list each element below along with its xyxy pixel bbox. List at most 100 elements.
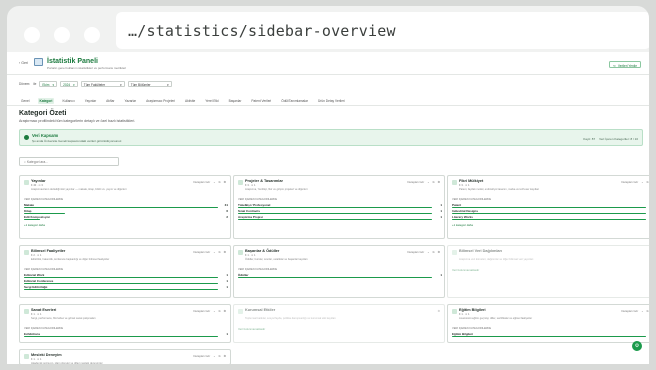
detail-button[interactable]: Detayları Gör [194, 309, 211, 313]
detail-button[interactable]: Detayları Gör [622, 180, 639, 184]
help-fab-button[interactable]: ⚙ [632, 341, 642, 351]
more-categories-link[interactable]: +1 kategori daha [24, 223, 45, 227]
address-bar[interactable]: …/statistics/sidebar-overview [116, 12, 649, 49]
settings-icon[interactable]: ⚙ [223, 180, 226, 184]
category-card[interactable]: Eğitim Bilgileri Σ 1 · ⊙ 1 Lisansüstü eğit… [447, 304, 649, 343]
row-value: 1 [440, 209, 442, 213]
detail-button[interactable]: Detayları Gör [194, 250, 211, 254]
category-icon [238, 250, 243, 255]
row-progress-bar [24, 219, 41, 221]
more-categories-link[interactable]: +1 kategori daha [452, 223, 473, 227]
category-card[interactable]: Sanat Eserleri Σ 1 · ⊙ 1 Sergi, performans… [19, 304, 231, 343]
coverage-records: Kayıt: 87 [583, 137, 596, 141]
card-description: Araştırmacıların derlediği ikâr yayınlar… [31, 188, 127, 191]
category-card[interactable]: Başarılar & Ödüller Σ 1 · ⊙ 1 Ödüller, bur… [233, 245, 445, 298]
card-title: Başarılar & Ödüller [245, 249, 280, 253]
filter-bar: Dönem: ile Ekim ▾ 2024 ▾ Tüm Fakülteler ▾ T… [19, 81, 172, 87]
category-card[interactable]: Yayınlar Σ 40 · ⊙ 3 Araştırmacıların derle… [19, 175, 231, 239]
card-title: Bilimsel Veri Dağılımları [459, 249, 503, 253]
row-progress-bar [24, 336, 218, 338]
tab-item[interactable]: Kullanıcı [60, 98, 76, 104]
detail-button[interactable]: Detayları Gör [408, 180, 425, 184]
tab-item[interactable]: Kategori [37, 98, 55, 104]
chevron-down-icon[interactable]: ⌄ [213, 309, 215, 313]
tab-item[interactable]: Araştırmacı Projeleri [144, 98, 177, 104]
settings-icon[interactable]: ⚙ [437, 180, 440, 184]
tab-item[interactable]: Atıflar [104, 98, 116, 104]
tab-item[interactable]: Başarılar [227, 98, 244, 104]
faculty-select[interactable]: Tüm Fakülteler ▾ [80, 81, 125, 87]
category-icon [238, 180, 243, 185]
card-actions: Detayları Gör⌄⧉⚙ [194, 250, 227, 254]
row-value: 1 [226, 273, 228, 277]
copy-icon[interactable]: ⧉ [218, 309, 220, 313]
unit-value: Tüm Bölümler [130, 82, 151, 87]
row-value: 1 [226, 285, 228, 289]
category-card[interactable]: Kurumsal Etkiler Toplumsal katkılar, sosy… [233, 304, 445, 343]
tab-item[interactable]: Genel [19, 98, 32, 104]
category-card[interactable]: Bilimsel Veri Dağılımları Araştırma veri … [447, 245, 649, 298]
row-progress-bar [24, 283, 218, 285]
copy-icon[interactable]: ⧉ [218, 354, 220, 358]
category-card[interactable]: Projeler & Tasarımlar Σ 3 · ⊙ 1 Araştırma,… [233, 175, 445, 239]
copy-icon[interactable]: ⧉ [646, 180, 648, 184]
copy-icon[interactable]: ⧉ [432, 180, 434, 184]
unit-select[interactable]: Tüm Bölümler ▾ [127, 81, 172, 87]
year-select[interactable]: 2024 ▾ [60, 81, 78, 87]
copy-icon[interactable]: ⧉ [218, 180, 220, 184]
detail-button[interactable]: Detayları Gör [622, 309, 639, 313]
minimize-window-dot[interactable] [54, 27, 70, 43]
detail-button[interactable]: Detayları Gör [194, 180, 211, 184]
tab-item[interactable]: Aktivite [183, 98, 197, 104]
chevron-down-icon[interactable]: ⌄ [427, 180, 429, 184]
close-window-dot[interactable] [24, 27, 40, 43]
tab-item[interactable]: Ürün Detay Verileri [316, 98, 347, 104]
settings-icon[interactable]: ⚙ [223, 250, 226, 254]
category-card[interactable]: Mesleki Deneyim Σ 1 · ⊙ 1 Akademik pozisyo… [19, 349, 231, 364]
chevron-down-icon[interactable]: ⌄ [427, 250, 429, 254]
chevron-down-icon[interactable]: ⌄ [213, 354, 215, 358]
row-value: 1 [226, 332, 228, 336]
tab-item[interactable]: Patent Verileri [249, 98, 273, 104]
refresh-button[interactable]: ↻ Verileri Yenile [609, 61, 641, 68]
distribution-label: Veri içeren kategorilerde [452, 198, 492, 201]
card-actions: Detayları Gör⌄⧉⚙ [622, 180, 650, 184]
settings-icon[interactable]: ⚙ [437, 250, 440, 254]
card-description: Patent, faydalı model, endüstriyel tasar… [459, 188, 540, 191]
card-meta: Σ 1 · ⊙ 1 [245, 254, 256, 257]
category-card[interactable]: Fikri Mülkiyet Σ 3 · ⊙ 1 Patent, faydalı m… [447, 175, 649, 239]
tab-item[interactable]: Yayınlar [83, 98, 98, 104]
card-actions: Detayları Gör⌄⧉⚙ [622, 309, 650, 313]
chevron-down-icon[interactable]: ⌄ [641, 309, 643, 313]
category-icon [452, 309, 457, 314]
category-row: Patent1 [452, 203, 649, 209]
detail-button[interactable]: Detayları Gör [194, 354, 211, 358]
card-title: Yayınlar [31, 179, 46, 183]
row-progress-bar [452, 336, 646, 338]
copy-icon[interactable]: ⧉ [218, 250, 220, 254]
category-card[interactable]: Bilimsel Faaliyetler Σ 2 · ⊙ 1 Editörlük, … [19, 245, 231, 298]
copy-icon[interactable]: ⧉ [432, 250, 434, 254]
category-search-input[interactable]: ⌕ Kategori ara... [19, 157, 119, 166]
settings-icon[interactable]: ⚙ [223, 309, 226, 313]
settings-icon[interactable]: ⚙ [223, 354, 226, 358]
tab-item[interactable]: Yerel Etki [203, 98, 220, 104]
month-select[interactable]: Ekim ▾ [39, 81, 58, 87]
maximize-window-dot[interactable] [84, 27, 100, 43]
tab-item[interactable]: Yazarlar [122, 98, 138, 104]
chevron-down-icon[interactable]: ⌄ [641, 180, 643, 184]
row-progress-bar [24, 213, 65, 215]
row-progress-bar [238, 219, 432, 221]
copy-icon[interactable]: ⧉ [646, 309, 648, 313]
category-icon [24, 250, 29, 255]
detail-button[interactable]: Detayları Gör [408, 250, 425, 254]
period-label: Dönem: [19, 82, 31, 86]
page-header: ‹ Geri İstatistik Paneli Portalın genel k… [7, 52, 649, 75]
back-button[interactable]: ‹ Geri [19, 61, 28, 65]
tab-item[interactable]: Ödül/Tanımlamalar [279, 98, 310, 104]
chevron-down-icon[interactable]: ⌄ [213, 250, 215, 254]
card-description: Lisansüstü eğitim geçmişi, diller, serti… [459, 317, 533, 320]
settings-icon[interactable]: ⚙ [437, 309, 440, 313]
card-meta: Σ 2 · ⊙ 1 [31, 254, 42, 257]
chevron-down-icon[interactable]: ⌄ [213, 180, 215, 184]
